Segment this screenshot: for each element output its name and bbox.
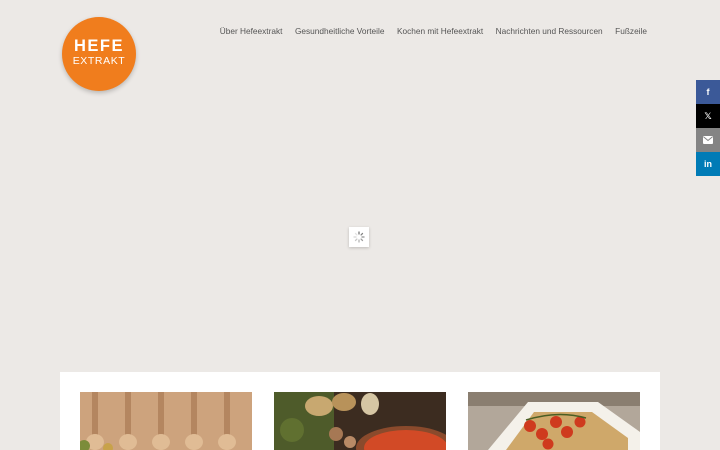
linkedin-share-button[interactable]: in (696, 152, 720, 176)
card-image-wooden-spoons[interactable] (80, 392, 252, 450)
envelope-icon (703, 136, 713, 144)
nav-item-gesundheitliche-vorteile[interactable]: Gesundheitliche Vorteile (295, 25, 384, 37)
nav-item-kochen-mit-hefeextrakt[interactable]: Kochen mit Hefeextrakt (397, 25, 483, 37)
main-navigation: Über Hefeextrakt Gesundheitliche Vorteil… (220, 25, 647, 37)
nav-item-fusszeile[interactable]: Fußzeile (615, 25, 647, 37)
facebook-icon: f (706, 87, 710, 97)
card-image-cherry-tomatoes[interactable] (468, 392, 640, 450)
content-cards-panel (60, 372, 660, 450)
facebook-share-button[interactable]: f (696, 80, 720, 104)
linkedin-icon: in (704, 159, 712, 169)
x-share-button[interactable]: 𝕏 (696, 104, 720, 128)
logo-text-extrakt: EXTRAKT (72, 55, 126, 67)
nav-item-nachrichten-und-ressourcen[interactable]: Nachrichten und Ressourcen (496, 25, 603, 37)
nav-item-ueber-hefeextrakt[interactable]: Über Hefeextrakt (220, 25, 283, 37)
x-icon: 𝕏 (704, 110, 712, 121)
social-share-bar: f 𝕏 in (696, 80, 720, 176)
site-logo[interactable]: HEFE EXTRAKT (62, 17, 136, 91)
loading-spinner (349, 227, 369, 247)
spinner-icon (353, 231, 365, 243)
logo-text-hefe: HEFE (73, 37, 124, 55)
card-image-tomato-soup[interactable] (274, 392, 446, 450)
email-share-button[interactable] (696, 128, 720, 152)
